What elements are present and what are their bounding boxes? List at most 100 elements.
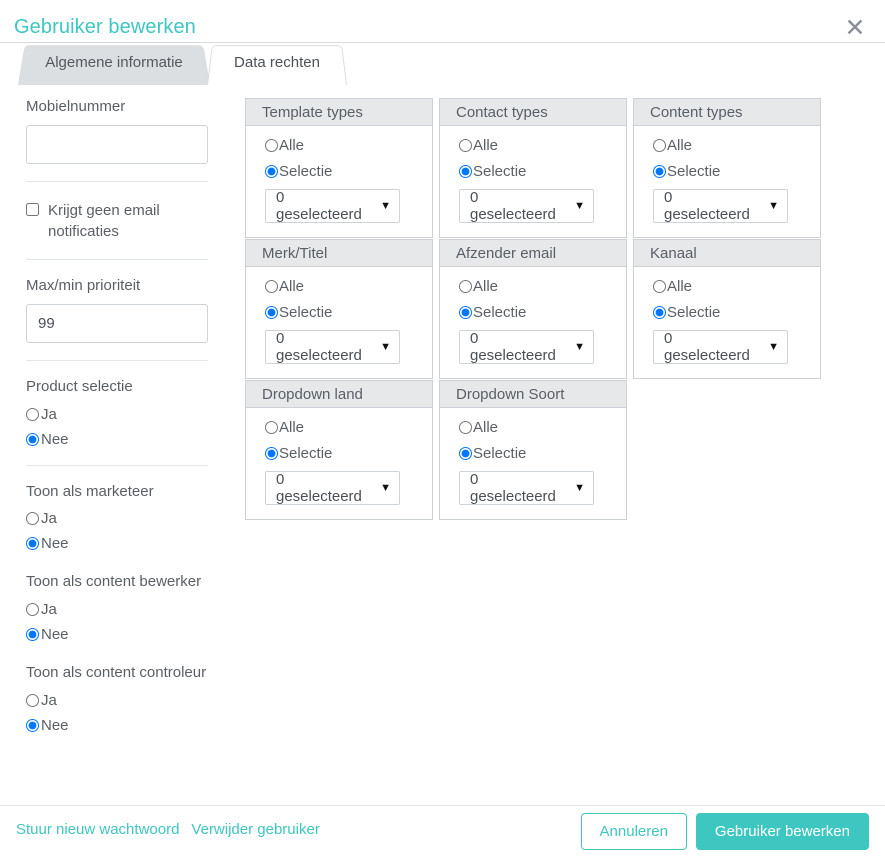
toon-als-marketeer-nee-label[interactable]: Nee xyxy=(41,535,69,552)
send-new-password-link[interactable]: Stuur nieuw wachtwoord xyxy=(16,821,179,838)
panel-template-types: Template types Alle Selectie 0 geselecte… xyxy=(245,98,433,238)
panel-afzender-email-alle-radio[interactable] xyxy=(459,280,472,293)
panel-merk-titel-alle-label[interactable]: Alle xyxy=(279,278,304,295)
product-selectie-nee-radio[interactable] xyxy=(26,432,39,446)
panel-dropdown-land-selectie-radio[interactable] xyxy=(265,447,278,460)
toon-als-marketeer-ja-label[interactable]: Ja xyxy=(41,510,57,527)
panel-placeholder xyxy=(633,380,821,520)
tab-algemene-informatie[interactable]: Algemene informatie xyxy=(18,42,210,85)
product-selectie-ja-row[interactable]: Ja xyxy=(26,406,221,423)
panel-dropdown-soort-alle-label[interactable]: Alle xyxy=(473,419,498,436)
toon-als-content-bewerker-label: Toon als content bewerker xyxy=(26,573,202,591)
panel-afzender-email-alle-label[interactable]: Alle xyxy=(473,278,498,295)
panel-contact-types-selectie-label[interactable]: Selectie xyxy=(473,163,526,180)
toon-als-content-controleur-ja-radio[interactable] xyxy=(26,693,39,707)
toon-als-marketeer-nee-radio[interactable] xyxy=(26,537,39,551)
panel-merk-titel-select[interactable]: 0 geselecteerd xyxy=(265,330,400,364)
panel-template-types-selectie-row[interactable]: Selectie xyxy=(265,163,432,180)
delete-user-link[interactable]: Verwijder gebruiker xyxy=(191,821,319,838)
toon-als-content-bewerker-nee-label[interactable]: Nee xyxy=(41,626,69,643)
panel-template-types-selectie-radio[interactable] xyxy=(265,165,278,178)
panel-kanaal-select[interactable]: 0 geselecteerd xyxy=(653,330,788,364)
panel-content-types-selectie-label[interactable]: Selectie xyxy=(667,163,720,180)
submit-edit-user-button[interactable]: Gebruiker bewerken xyxy=(695,813,869,850)
panel-dropdown-soort-select[interactable]: 0 geselecteerd xyxy=(459,471,594,505)
toon-als-content-controleur-label: Toon als content controleur xyxy=(26,664,207,682)
toon-als-content-controleur-ja-row[interactable]: Ja xyxy=(26,692,221,709)
toon-als-marketeer-label: Toon als marketeer xyxy=(26,482,154,500)
panel-dropdown-land-alle-label[interactable]: Alle xyxy=(279,419,304,436)
panel-afzender-email-selectie-label[interactable]: Selectie xyxy=(473,304,526,321)
tab-label: Algemene informatie xyxy=(45,54,183,71)
product-selectie-nee-label[interactable]: Nee xyxy=(41,431,69,448)
panel-content-types-alle-radio[interactable] xyxy=(653,139,666,152)
panel-dropdown-soort-selectie-row[interactable]: Selectie xyxy=(459,445,626,462)
toon-als-content-controleur-nee-radio[interactable] xyxy=(26,718,39,732)
panel-template-types-selectie-label[interactable]: Selectie xyxy=(279,163,332,180)
panel-afzender-email-alle-row[interactable]: Alle xyxy=(459,278,626,295)
toon-als-content-bewerker-ja-label[interactable]: Ja xyxy=(41,601,57,618)
product-selectie-ja-radio[interactable] xyxy=(26,407,39,421)
panel-dropdown-soort-alle-row[interactable]: Alle xyxy=(459,419,626,436)
panel-contact-types-alle-radio[interactable] xyxy=(459,139,472,152)
cancel-button[interactable]: Annuleren xyxy=(580,813,687,850)
panel-merk-titel-selectie-row[interactable]: Selectie xyxy=(265,304,432,321)
panel-merk-titel-selectie-radio[interactable] xyxy=(265,306,278,319)
panel-template-types-alle-label[interactable]: Alle xyxy=(279,137,304,154)
toon-als-content-controleur-group: Toon als content controleur Ja Nee xyxy=(26,663,221,734)
panel-content-types-alle-row[interactable]: Alle xyxy=(653,137,820,154)
panel-kanaal-selectie-radio[interactable] xyxy=(653,306,666,319)
panel-afzender-email-select[interactable]: 0 geselecteerd xyxy=(459,330,594,364)
panel-merk-titel-alle-row[interactable]: Alle xyxy=(265,278,432,295)
panel-template-types-alle-row[interactable]: Alle xyxy=(265,137,432,154)
tab-data-rechten[interactable]: Data rechten xyxy=(207,42,347,85)
toon-als-content-controleur-nee-label[interactable]: Nee xyxy=(41,717,69,734)
panel-content-types-selectie-row[interactable]: Selectie xyxy=(653,163,820,180)
panel-dropdown-land-selectie-label[interactable]: Selectie xyxy=(279,445,332,462)
panel-contact-types-alle-row[interactable]: Alle xyxy=(459,137,626,154)
panel-kanaal-selectie-row[interactable]: Selectie xyxy=(653,304,820,321)
priority-input[interactable] xyxy=(26,303,208,343)
panel-kanaal-selectie-label[interactable]: Selectie xyxy=(667,304,720,321)
panel-content-types-selectie-radio[interactable] xyxy=(653,165,666,178)
panel-contact-types-selectie-row[interactable]: Selectie xyxy=(459,163,626,180)
panel-contact-types-alle-label[interactable]: Alle xyxy=(473,137,498,154)
toon-als-content-controleur-ja-label[interactable]: Ja xyxy=(41,692,57,709)
toon-als-marketeer-ja-radio[interactable] xyxy=(26,512,39,526)
panel-dropdown-land-select[interactable]: 0 geselecteerd xyxy=(265,471,400,505)
panel-merk-titel-selectie-label[interactable]: Selectie xyxy=(279,304,332,321)
panel-dropdown-soort-alle-radio[interactable] xyxy=(459,421,472,434)
mobile-number-input[interactable] xyxy=(26,124,208,164)
panel-kanaal-alle-row[interactable]: Alle xyxy=(653,278,820,295)
product-selectie-ja-label[interactable]: Ja xyxy=(41,406,57,423)
panel-contact-types-selectie-radio[interactable] xyxy=(459,165,472,178)
panel-content-types-select[interactable]: 0 geselecteerd xyxy=(653,189,788,223)
panel-title: Dropdown land xyxy=(246,381,432,408)
product-selectie-nee-row[interactable]: Nee xyxy=(26,431,221,448)
toon-als-content-bewerker-ja-radio[interactable] xyxy=(26,603,39,617)
panel-afzender-email: Afzender email Alle Selectie 0 geselecte… xyxy=(439,239,627,379)
panel-dropdown-soort-selectie-label[interactable]: Selectie xyxy=(473,445,526,462)
toon-als-content-bewerker-nee-radio[interactable] xyxy=(26,628,39,642)
panel-content-types-alle-label[interactable]: Alle xyxy=(667,137,692,154)
panel-afzender-email-selectie-radio[interactable] xyxy=(459,306,472,319)
toon-als-marketeer-nee-row[interactable]: Nee xyxy=(26,535,221,552)
panel-content-types-select-wrap: 0 geselecteerd ▼ xyxy=(653,189,788,223)
toon-als-content-controleur-nee-row[interactable]: Nee xyxy=(26,717,221,734)
panel-template-types-select[interactable]: 0 geselecteerd xyxy=(265,189,400,223)
panel-merk-titel-alle-radio[interactable] xyxy=(265,280,278,293)
panel-template-types-alle-radio[interactable] xyxy=(265,139,278,152)
toon-als-content-bewerker-nee-row[interactable]: Nee xyxy=(26,626,221,643)
panel-kanaal-alle-label[interactable]: Alle xyxy=(667,278,692,295)
panel-dropdown-land-alle-radio[interactable] xyxy=(265,421,278,434)
toon-als-marketeer-ja-row[interactable]: Ja xyxy=(26,510,221,527)
panel-dropdown-soort-selectie-radio[interactable] xyxy=(459,447,472,460)
email-notifications-checkbox[interactable] xyxy=(26,202,39,216)
email-notifications-row[interactable]: Krijgt geen email notificaties xyxy=(26,198,221,243)
panel-dropdown-land-alle-row[interactable]: Alle xyxy=(265,419,432,436)
panel-dropdown-land-selectie-row[interactable]: Selectie xyxy=(265,445,432,462)
panel-afzender-email-selectie-row[interactable]: Selectie xyxy=(459,304,626,321)
panel-kanaal-alle-radio[interactable] xyxy=(653,280,666,293)
toon-als-content-bewerker-ja-row[interactable]: Ja xyxy=(26,601,221,618)
panel-contact-types-select[interactable]: 0 geselecteerd xyxy=(459,189,594,223)
